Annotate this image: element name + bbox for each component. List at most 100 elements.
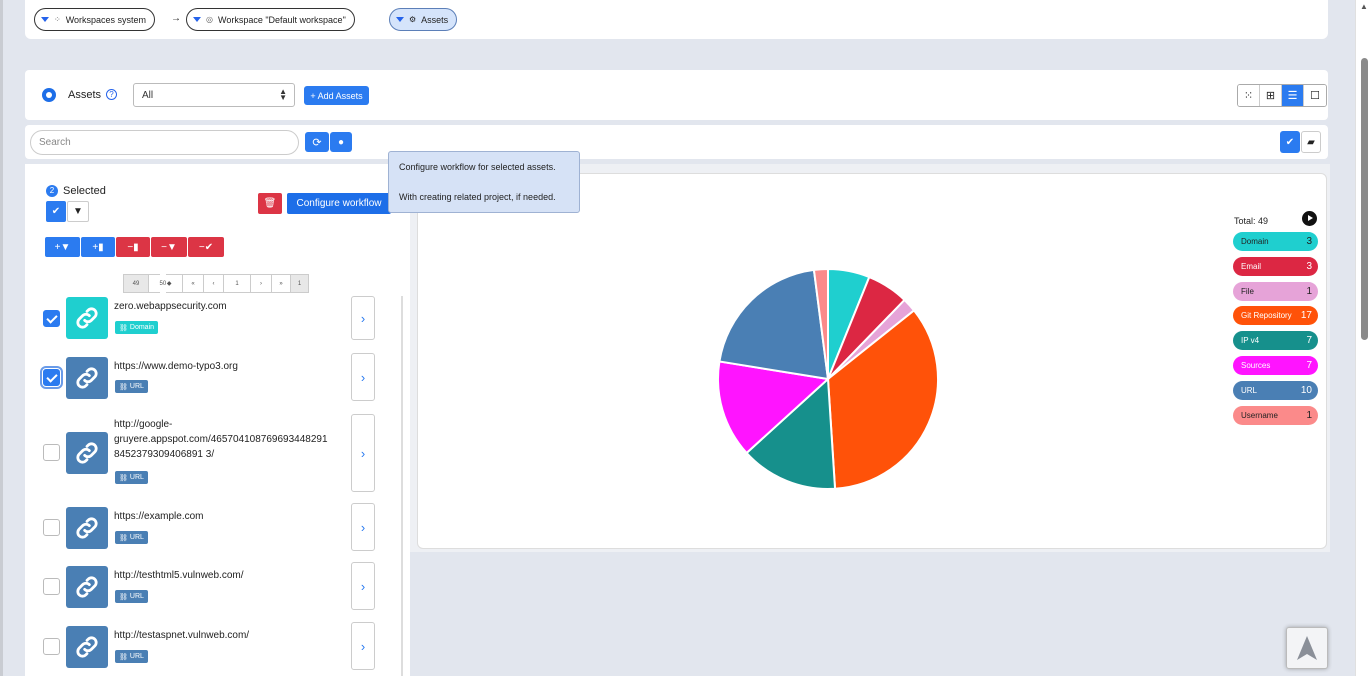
row-checkbox[interactable]	[43, 310, 60, 327]
breadcrumb-label: Assets	[421, 14, 449, 25]
last-page-button[interactable]: »	[271, 274, 291, 293]
grid-icon: ⁘	[54, 15, 61, 24]
play-icon[interactable]	[1302, 211, 1317, 226]
add-assets-button[interactable]: + Add Assets	[304, 86, 369, 105]
refresh-icon[interactable]: ⟳	[305, 132, 329, 152]
page-scrollbar[interactable]: ▲	[1355, 0, 1372, 676]
remove-filter-button[interactable]: −▼	[151, 237, 187, 257]
breadcrumb-label: Workspaces system	[65, 14, 147, 25]
list-item: http://testhtml5.vulnweb.com/ ⛓ URL ›	[25, 562, 410, 612]
first-page-button[interactable]: «	[182, 274, 204, 293]
select-all-icon[interactable]: ✔	[1280, 131, 1300, 153]
filter-icon[interactable]: ▼	[67, 201, 89, 222]
next-page-button[interactable]: ›	[250, 274, 272, 293]
asset-url[interactable]: https://www.demo-typo3.org	[114, 359, 349, 374]
legend-label: File	[1241, 286, 1254, 296]
breadcrumb-label: Workspace "Default workspace"	[217, 14, 346, 25]
row-checkbox[interactable]	[43, 578, 60, 595]
add-file-button[interactable]: +▮	[81, 237, 115, 257]
chart-panel: Total: 49 Domain 3 Email 3 File 1 Git Reposito…	[410, 164, 1330, 552]
per-page-value: 50	[159, 274, 167, 293]
row-checkbox[interactable]	[43, 638, 60, 655]
configure-workflow-button[interactable]: Configure workflow	[287, 193, 391, 214]
folder-icon[interactable]: ▰	[1301, 131, 1321, 153]
link-icon: ⛓	[119, 383, 128, 391]
breadcrumb-workspaces-system[interactable]: ⁘ Workspaces system	[34, 8, 156, 31]
asset-type-label: URL	[129, 383, 144, 390]
tooltip-line: With creating related project, if needed…	[399, 192, 556, 202]
pager-pages: 1	[290, 274, 309, 293]
caret-down-icon[interactable]	[396, 17, 404, 22]
view-mode-toggle: ⁙ ⊞ ☰ ☐	[1237, 84, 1327, 107]
link-icon: ⛓	[119, 593, 128, 601]
pagination: 49 50 ◆ « ‹ 1 › » 1	[123, 274, 309, 293]
link-icon	[66, 297, 108, 339]
caret-down-icon[interactable]	[41, 17, 49, 22]
asset-filter-select[interactable]: All ▲ ▼	[133, 83, 295, 107]
asset-url[interactable]: http://testhtml5.vulnweb.com/	[114, 568, 349, 583]
row-checkbox[interactable]	[43, 444, 60, 461]
chart-card: Total: 49 Domain 3 Email 3 File 1 Git Reposito…	[417, 173, 1327, 549]
remove-file-button[interactable]: −▮	[116, 237, 150, 257]
per-page-select[interactable]: 50 ◆	[148, 274, 183, 293]
legend-label: Sources	[1241, 361, 1271, 370]
list-item: https://example.com ⛓ URL ›	[25, 503, 410, 553]
selected-count-badge: 2	[46, 185, 58, 197]
pie-slice-url[interactable]	[718, 268, 830, 381]
row-checkbox[interactable]	[43, 519, 60, 536]
arrow-right-icon: →	[171, 13, 181, 24]
open-asset-button[interactable]: ›	[351, 414, 375, 492]
delete-button[interactable]: 🗑	[258, 193, 282, 214]
caret-down-icon[interactable]	[193, 17, 201, 22]
link-icon: ⛓	[119, 474, 128, 482]
asset-url[interactable]: http://testaspnet.vulnweb.com/	[114, 628, 349, 643]
asset-type-badge: ⛓ URL	[115, 471, 148, 484]
legend-item-ip-v4[interactable]: IP v4 7	[1233, 331, 1318, 351]
breadcrumb-assets[interactable]: ⚙ Assets	[389, 8, 458, 31]
legend-item-url[interactable]: URL 10	[1233, 380, 1318, 400]
legend-item-username[interactable]: Username 1	[1233, 405, 1318, 425]
page-input[interactable]: 1	[223, 274, 251, 293]
open-asset-button[interactable]: ›	[351, 296, 375, 340]
asset-mode-radio[interactable]	[42, 88, 56, 102]
breadcrumb-default-workspace[interactable]: ◎ Workspace "Default workspace"	[186, 8, 355, 31]
asset-type-label: URL	[129, 653, 144, 660]
table-grid-icon[interactable]: ⊞	[1260, 85, 1282, 106]
double-check-icon[interactable]: ✔	[46, 201, 66, 222]
legend-item-email[interactable]: Email 3	[1233, 256, 1318, 276]
open-asset-button[interactable]: ›	[351, 562, 375, 610]
asset-type-pie-chart	[717, 267, 939, 490]
asset-url[interactable]: zero.webappsecurity.com	[114, 299, 349, 314]
scroll-thumb[interactable]	[1361, 58, 1368, 340]
help-icon[interactable]: ?	[106, 89, 117, 100]
legend-item-git-repository[interactable]: Git Repository 17	[1233, 306, 1318, 326]
open-asset-button[interactable]: ›	[351, 503, 375, 551]
add-filter-button[interactable]: +▼	[45, 237, 80, 257]
legend-item-file[interactable]: File 1	[1233, 281, 1318, 301]
asset-list-panel: 2 Selected ✔ ▼ 🗑 Configure workflow +▼ +…	[25, 164, 410, 676]
asset-type-label: Domain	[129, 324, 155, 331]
row-checkbox[interactable]	[40, 366, 63, 389]
list-view-icon[interactable]: ☰	[1282, 85, 1304, 106]
asset-url[interactable]: http://google- gruyere.appspot.com/46570…	[114, 417, 350, 462]
clock-icon[interactable]: ●	[330, 132, 352, 152]
square-view-icon[interactable]: ☐	[1304, 85, 1326, 106]
asset-url[interactable]: https://example.com	[114, 509, 349, 524]
search-input[interactable]: Search	[30, 130, 299, 155]
list-item: https://www.demo-typo3.org ⛓ URL ›	[25, 353, 410, 401]
dots-grid-icon[interactable]: ⁙	[1238, 85, 1260, 106]
legend-count: 1	[1306, 285, 1312, 297]
legend-item-domain[interactable]: Domain 3	[1233, 232, 1318, 251]
link-icon	[66, 507, 108, 549]
legend-item-sources[interactable]: Sources 7	[1233, 356, 1318, 375]
legend-count: 17	[1300, 310, 1312, 322]
remove-selection-button[interactable]: −✔	[188, 237, 224, 257]
navigate-arrow-button[interactable]	[1286, 627, 1328, 669]
asset-filter-value: All	[142, 90, 154, 101]
scroll-up-icon[interactable]: ▲	[1360, 2, 1368, 11]
legend-label: Domain	[1241, 237, 1269, 246]
prev-page-button[interactable]: ‹	[203, 274, 224, 293]
open-asset-button[interactable]: ›	[351, 622, 375, 670]
open-asset-button[interactable]: ›	[351, 353, 375, 401]
asset-url-line: 8452379309406891 3/	[114, 449, 215, 460]
